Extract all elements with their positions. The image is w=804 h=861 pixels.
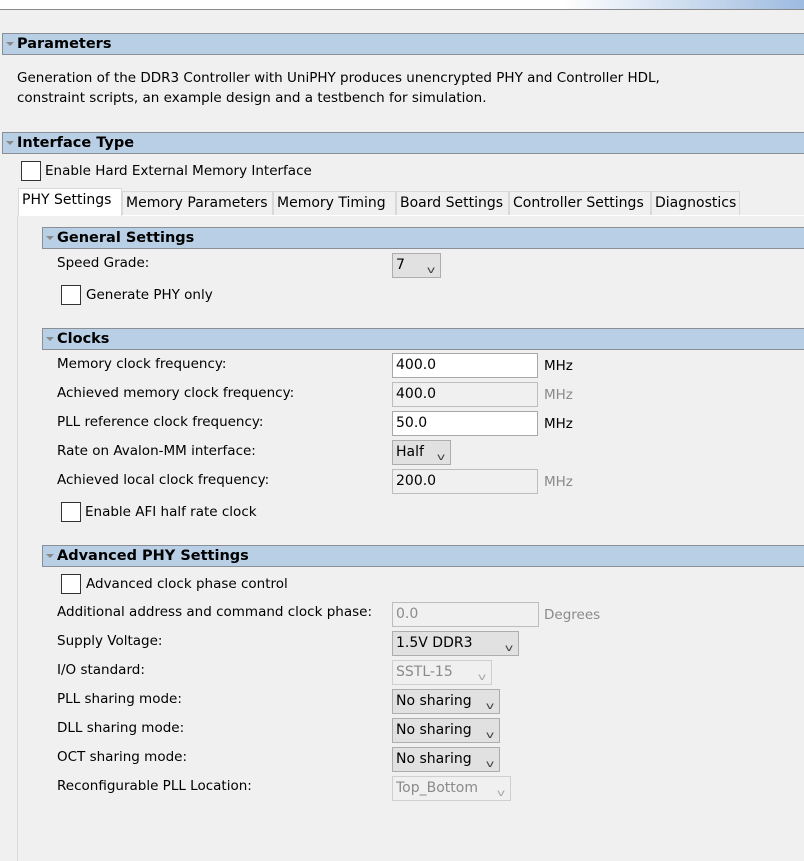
- addr-cmd-phase-label: Additional address and command clock pha…: [57, 604, 373, 620]
- select-value: No sharing: [396, 751, 472, 767]
- advanced-clock-phase-checkbox[interactable]: [61, 574, 81, 594]
- reconfig-pll-label: Reconfigurable PLL Location:: [57, 778, 252, 794]
- io-standard-label: I/O standard:: [57, 662, 145, 678]
- achieved-local-clock-field: 200.0: [392, 469, 538, 494]
- tab-board-settings[interactable]: Board Settings: [396, 191, 509, 215]
- pll-sharing-select[interactable]: No sharing v: [392, 689, 500, 714]
- section-title: Clocks: [57, 331, 110, 347]
- parameters-section-header[interactable]: Parameters: [2, 33, 804, 55]
- speed-grade-select[interactable]: 7v: [392, 253, 441, 278]
- tab-memory-timing[interactable]: Memory Timing: [273, 191, 396, 215]
- tab-label: Memory Timing: [277, 195, 386, 211]
- collapse-icon[interactable]: [46, 236, 54, 240]
- addr-cmd-phase-field: 0.0: [392, 602, 539, 627]
- pll-ref-clock-input[interactable]: 50.0: [392, 411, 538, 436]
- chevron-down-icon: v: [485, 701, 495, 712]
- collapse-icon[interactable]: [6, 42, 14, 46]
- select-value: 7: [396, 257, 405, 273]
- supply-voltage-select[interactable]: 1.5V DDR3 v: [392, 631, 519, 656]
- speed-grade-label: Speed Grade:: [57, 255, 150, 271]
- afi-half-rate-label: Enable AFI half rate clock: [85, 504, 257, 520]
- generate-phy-only-checkbox[interactable]: [61, 285, 81, 305]
- tab-diagnostics[interactable]: Diagnostics: [651, 191, 740, 215]
- enable-hard-emi-checkbox[interactable]: [21, 161, 41, 181]
- section-title: General Settings: [57, 230, 195, 246]
- oct-sharing-select[interactable]: No sharing v: [392, 747, 500, 772]
- achieved-memory-clock-field: 400.0: [392, 382, 538, 407]
- general-settings-header[interactable]: General Settings: [42, 227, 804, 249]
- memory-clock-input[interactable]: 400.0: [392, 353, 538, 378]
- chevron-down-icon: v: [477, 672, 487, 683]
- supply-voltage-label: Supply Voltage:: [57, 633, 163, 649]
- degrees-label: Degrees: [544, 607, 601, 623]
- interface-type-section-header[interactable]: Interface Type: [2, 132, 804, 154]
- collapse-icon[interactable]: [6, 141, 14, 145]
- select-value: No sharing: [396, 693, 472, 709]
- dll-sharing-select[interactable]: No sharing v: [392, 718, 500, 743]
- section-title: Advanced PHY Settings: [57, 548, 249, 564]
- dll-sharing-label: DLL sharing mode:: [57, 720, 185, 736]
- unit-label: MHz: [544, 358, 573, 374]
- chevron-down-icon: v: [504, 643, 514, 654]
- section-title: Interface Type: [17, 135, 135, 151]
- tab-label: Board Settings: [400, 195, 504, 211]
- chevron-down-icon: v: [496, 788, 506, 799]
- chevron-down-icon: v: [426, 265, 436, 276]
- afi-half-rate-checkbox[interactable]: [61, 502, 81, 522]
- collapse-icon[interactable]: [46, 554, 54, 558]
- collapse-icon[interactable]: [46, 337, 54, 341]
- tab-controller-settings[interactable]: Controller Settings: [509, 191, 651, 215]
- rate-select[interactable]: Half v: [392, 440, 451, 465]
- reconfig-pll-select: Top_Bottomv: [392, 776, 511, 801]
- generate-phy-only-label: Generate PHY only: [86, 287, 213, 303]
- description-line-1: Generation of the DDR3 Controller with U…: [17, 70, 660, 86]
- window-top-bar: [0, 0, 804, 10]
- io-standard-select: SSTL-15 v: [392, 660, 492, 685]
- unit-label: MHz: [544, 416, 573, 432]
- achieved-memory-clock-label: Achieved memory clock frequency:: [57, 385, 295, 401]
- unit-label: MHz: [544, 387, 573, 403]
- advanced-clock-phase-label: Advanced clock phase control: [86, 576, 288, 592]
- achieved-local-clock-label: Achieved local clock frequency:: [57, 472, 270, 488]
- tab-label: Diagnostics: [655, 195, 737, 211]
- enable-hard-emi-label: Enable Hard External Memory Interface: [45, 163, 312, 179]
- chevron-down-icon: v: [436, 452, 446, 463]
- rate-label: Rate on Avalon-MM interface:: [57, 443, 256, 459]
- select-value: Top_Bottom: [396, 780, 478, 796]
- description-line-2: constraint scripts, an example design an…: [17, 90, 487, 106]
- select-value: SSTL-15: [396, 664, 453, 680]
- oct-sharing-label: OCT sharing mode:: [57, 749, 188, 765]
- advanced-phy-header[interactable]: Advanced PHY Settings: [42, 545, 804, 567]
- clocks-header[interactable]: Clocks: [42, 328, 804, 350]
- tab-label: Controller Settings: [513, 195, 644, 211]
- unit-label: MHz: [544, 474, 573, 490]
- tab-label: PHY Settings: [22, 192, 112, 208]
- tab-phy-settings[interactable]: PHY Settings: [18, 188, 122, 216]
- pll-ref-clock-label: PLL reference clock frequency:: [57, 414, 264, 430]
- tab-memory-parameters[interactable]: Memory Parameters: [122, 191, 273, 215]
- chevron-down-icon: v: [485, 759, 495, 770]
- select-value: No sharing: [396, 722, 472, 738]
- pll-sharing-label: PLL sharing mode:: [57, 691, 182, 707]
- select-value: Half: [396, 444, 424, 460]
- chevron-down-icon: v: [485, 730, 495, 741]
- select-value: 1.5V DDR3: [396, 635, 473, 651]
- tab-label: Memory Parameters: [126, 195, 268, 211]
- section-title: Parameters: [17, 36, 112, 52]
- memory-clock-label: Memory clock frequency:: [57, 356, 227, 372]
